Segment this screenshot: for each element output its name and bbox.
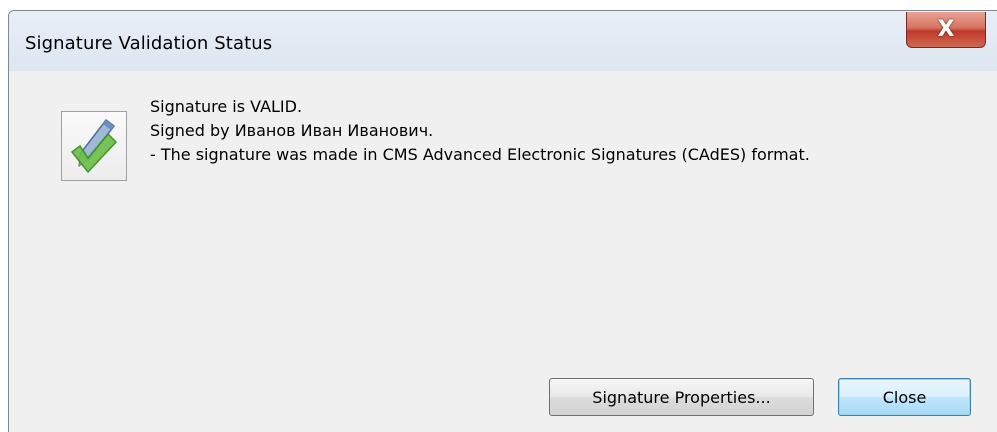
window-title: Signature Validation Status [25,33,273,54]
signature-properties-button[interactable]: Signature Properties... [549,378,814,416]
title-bar: Signature Validation Status X [9,11,997,71]
validation-message: Signature is VALID. Signed by Иванов Ива… [150,95,810,167]
close-button[interactable]: Close [838,378,971,416]
signature-valid-pen-check-icon [61,111,127,181]
status-line: Signature is VALID. [150,97,303,116]
signer-line: Signed by Иванов Иван Иванович. [150,121,434,140]
signature-validation-dialog: Signature Validation Status X Signature … [8,10,997,432]
format-line: - The signature was made in CMS Advanced… [150,145,810,164]
window-close-button[interactable]: X [906,12,986,48]
close-icon: X [937,16,955,42]
dialog-content: Signature is VALID. Signed by Иванов Ива… [9,73,997,432]
